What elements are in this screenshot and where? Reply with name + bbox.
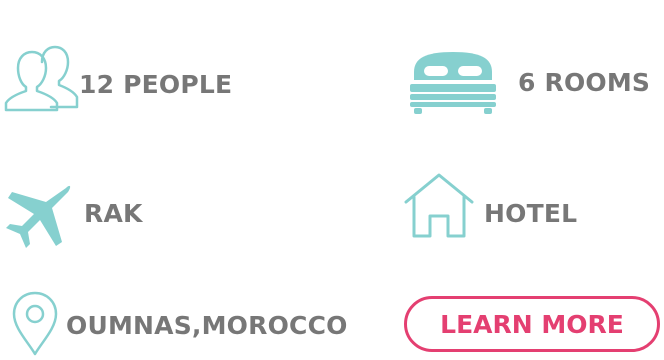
house-icon	[404, 173, 474, 238]
map-pin-icon	[12, 291, 58, 356]
bed-icon	[410, 52, 496, 114]
plane-icon	[6, 185, 71, 248]
learn-more-button[interactable]: LEARN MORE	[404, 296, 660, 352]
people-count-label: 12 PEOPLE	[79, 70, 233, 99]
rooms-count-label: 6 ROOMS	[518, 68, 651, 97]
airport-label: RAK	[84, 199, 143, 228]
accommodation-label: HOTEL	[484, 199, 578, 228]
location-label: OUMNAS,MOROCCO	[66, 311, 348, 340]
people-icon	[4, 45, 79, 112]
